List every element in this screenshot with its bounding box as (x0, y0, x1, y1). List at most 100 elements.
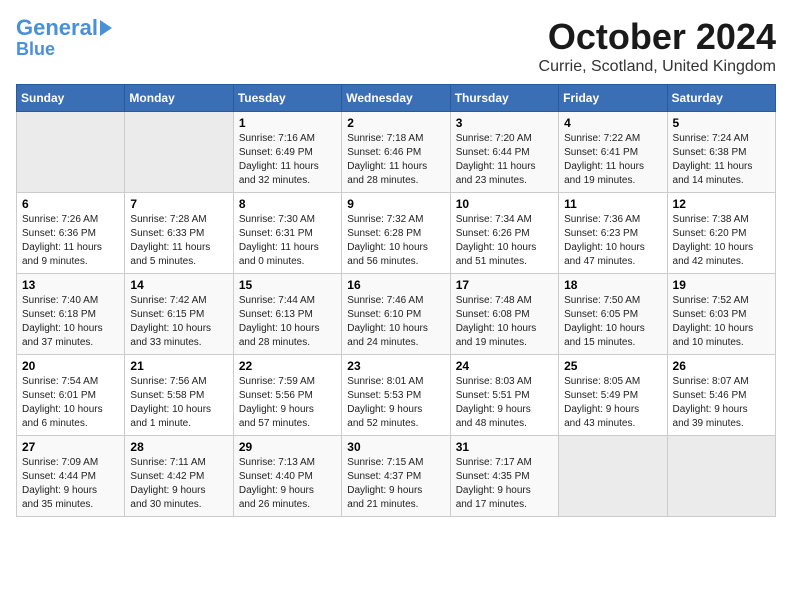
day-number: 14 (130, 278, 227, 292)
logo: General Blue (16, 16, 112, 60)
calendar-cell: 8 Sunrise: 7:30 AM Sunset: 6:31 PM Daylig… (233, 193, 341, 274)
calendar-cell (559, 436, 667, 517)
day-info: Sunrise: 7:42 AM Sunset: 6:15 PM Dayligh… (130, 294, 227, 350)
day-info: Sunrise: 8:07 AM Sunset: 5:46 PM Dayligh… (673, 375, 770, 431)
day-number: 3 (456, 116, 553, 130)
calendar-cell: 11Sunrise: 7:36 AM Sunset: 6:23 PM Dayli… (559, 193, 667, 274)
day-header-thursday: Thursday (450, 85, 558, 112)
calendar-cell: 30 Sunrise: 7:15 AM Sunset: 4:37 PM Dayli… (342, 436, 450, 517)
calendar-cell: 9 Sunrise: 7:32 AM Sunset: 6:28 PM Daylig… (342, 193, 450, 274)
day-number: 26 (673, 359, 770, 373)
day-number: 8 (239, 197, 336, 211)
day-number: 27 (22, 440, 119, 454)
day-info: Sunrise: 7:15 AM Sunset: 4:37 PM Dayligh… (347, 456, 444, 512)
calendar-cell: 16Sunrise: 7:46 AM Sunset: 6:10 PM Dayli… (342, 274, 450, 355)
week-row-3: 13 Sunrise: 7:40 AM Sunset: 6:18 PM Dayli… (17, 274, 776, 355)
day-info: Sunrise: 7:44 AM Sunset: 6:13 PM Dayligh… (239, 294, 336, 350)
month-title: October 2024 (539, 16, 776, 58)
day-info: Sunrise: 7:09 AM Sunset: 4:44 PM Dayligh… (22, 456, 119, 512)
day-number: 13 (22, 278, 119, 292)
week-row-4: 20 Sunrise: 7:54 AM Sunset: 6:01 PM Dayli… (17, 355, 776, 436)
calendar-cell: 27 Sunrise: 7:09 AM Sunset: 4:44 PM Dayli… (17, 436, 125, 517)
calendar-table: SundayMondayTuesdayWednesdayThursdayFrid… (16, 84, 776, 517)
day-info: Sunrise: 7:34 AM Sunset: 6:26 PM Dayligh… (456, 213, 553, 269)
day-info: Sunrise: 7:50 AM Sunset: 6:05 PM Dayligh… (564, 294, 661, 350)
week-row-5: 27 Sunrise: 7:09 AM Sunset: 4:44 PM Dayli… (17, 436, 776, 517)
day-info: Sunrise: 7:59 AM Sunset: 5:56 PM Dayligh… (239, 375, 336, 431)
day-info: Sunrise: 8:03 AM Sunset: 5:51 PM Dayligh… (456, 375, 553, 431)
day-number: 15 (239, 278, 336, 292)
day-info: Sunrise: 7:18 AM Sunset: 6:46 PM Dayligh… (347, 132, 444, 188)
day-info: Sunrise: 7:30 AM Sunset: 6:31 PM Dayligh… (239, 213, 336, 269)
day-number: 9 (347, 197, 444, 211)
logo-text: General (16, 16, 98, 40)
day-info: Sunrise: 7:22 AM Sunset: 6:41 PM Dayligh… (564, 132, 661, 188)
day-info: Sunrise: 7:56 AM Sunset: 5:58 PM Dayligh… (130, 375, 227, 431)
calendar-cell: 12Sunrise: 7:38 AM Sunset: 6:20 PM Dayli… (667, 193, 775, 274)
calendar-cell: 20 Sunrise: 7:54 AM Sunset: 6:01 PM Dayli… (17, 355, 125, 436)
calendar-cell (17, 112, 125, 193)
calendar-cell: 10 Sunrise: 7:34 AM Sunset: 6:26 PM Dayli… (450, 193, 558, 274)
calendar-cell: 26 Sunrise: 8:07 AM Sunset: 5:46 PM Dayli… (667, 355, 775, 436)
day-number: 5 (673, 116, 770, 130)
calendar-cell: 31 Sunrise: 7:17 AM Sunset: 4:35 PM Dayli… (450, 436, 558, 517)
calendar-cell: 29Sunrise: 7:13 AM Sunset: 4:40 PM Dayli… (233, 436, 341, 517)
day-header-friday: Friday (559, 85, 667, 112)
day-header-wednesday: Wednesday (342, 85, 450, 112)
day-info: Sunrise: 7:13 AM Sunset: 4:40 PM Dayligh… (239, 456, 336, 512)
day-info: Sunrise: 7:16 AM Sunset: 6:49 PM Dayligh… (239, 132, 336, 188)
day-number: 2 (347, 116, 444, 130)
day-info: Sunrise: 7:28 AM Sunset: 6:33 PM Dayligh… (130, 213, 227, 269)
day-number: 16 (347, 278, 444, 292)
day-number: 31 (456, 440, 553, 454)
day-info: Sunrise: 7:48 AM Sunset: 6:08 PM Dayligh… (456, 294, 553, 350)
day-number: 25 (564, 359, 661, 373)
day-number: 22 (239, 359, 336, 373)
day-info: Sunrise: 7:32 AM Sunset: 6:28 PM Dayligh… (347, 213, 444, 269)
calendar-cell: 6Sunrise: 7:26 AM Sunset: 6:36 PM Daylig… (17, 193, 125, 274)
calendar-cell: 24 Sunrise: 8:03 AM Sunset: 5:51 PM Dayli… (450, 355, 558, 436)
day-info: Sunrise: 7:11 AM Sunset: 4:42 PM Dayligh… (130, 456, 227, 512)
day-number: 21 (130, 359, 227, 373)
logo-arrow-icon (100, 20, 112, 36)
day-number: 17 (456, 278, 553, 292)
day-info: Sunrise: 7:40 AM Sunset: 6:18 PM Dayligh… (22, 294, 119, 350)
calendar-cell: 15 Sunrise: 7:44 AM Sunset: 6:13 PM Dayli… (233, 274, 341, 355)
day-header-monday: Monday (125, 85, 233, 112)
day-info: Sunrise: 7:54 AM Sunset: 6:01 PM Dayligh… (22, 375, 119, 431)
day-number: 24 (456, 359, 553, 373)
calendar-cell: 5Sunrise: 7:24 AM Sunset: 6:38 PM Daylig… (667, 112, 775, 193)
day-info: Sunrise: 7:17 AM Sunset: 4:35 PM Dayligh… (456, 456, 553, 512)
calendar-cell: 13 Sunrise: 7:40 AM Sunset: 6:18 PM Dayli… (17, 274, 125, 355)
day-info: Sunrise: 7:52 AM Sunset: 6:03 PM Dayligh… (673, 294, 770, 350)
calendar-cell: 19 Sunrise: 7:52 AM Sunset: 6:03 PM Dayli… (667, 274, 775, 355)
day-info: Sunrise: 7:36 AM Sunset: 6:23 PM Dayligh… (564, 213, 661, 269)
day-number: 28 (130, 440, 227, 454)
day-number: 1 (239, 116, 336, 130)
calendar-cell: 14 Sunrise: 7:42 AM Sunset: 6:15 PM Dayli… (125, 274, 233, 355)
calendar-cell: 2 Sunrise: 7:18 AM Sunset: 6:46 PM Daylig… (342, 112, 450, 193)
day-info: Sunrise: 8:01 AM Sunset: 5:53 PM Dayligh… (347, 375, 444, 431)
calendar-cell (667, 436, 775, 517)
calendar-cell: 3 Sunrise: 7:20 AM Sunset: 6:44 PM Daylig… (450, 112, 558, 193)
day-number: 19 (673, 278, 770, 292)
day-number: 18 (564, 278, 661, 292)
day-info: Sunrise: 7:26 AM Sunset: 6:36 PM Dayligh… (22, 213, 119, 269)
location-subtitle: Currie, Scotland, United Kingdom (539, 58, 776, 76)
calendar-cell: 7Sunrise: 7:28 AM Sunset: 6:33 PM Daylig… (125, 193, 233, 274)
header: General Blue October 2024 Currie, Scotla… (16, 16, 776, 76)
calendar-cell: 28 Sunrise: 7:11 AM Sunset: 4:42 PM Dayli… (125, 436, 233, 517)
title-area: October 2024 Currie, Scotland, United Ki… (539, 16, 776, 76)
calendar-cell: 17 Sunrise: 7:48 AM Sunset: 6:08 PM Dayli… (450, 274, 558, 355)
day-number: 4 (564, 116, 661, 130)
day-number: 20 (22, 359, 119, 373)
calendar-cell (125, 112, 233, 193)
day-number: 12 (673, 197, 770, 211)
calendar-cell: 23Sunrise: 8:01 AM Sunset: 5:53 PM Dayli… (342, 355, 450, 436)
day-info: Sunrise: 7:20 AM Sunset: 6:44 PM Dayligh… (456, 132, 553, 188)
header-row: SundayMondayTuesdayWednesdayThursdayFrid… (17, 85, 776, 112)
week-row-1: 1 Sunrise: 7:16 AM Sunset: 6:49 PM Daylig… (17, 112, 776, 193)
day-number: 30 (347, 440, 444, 454)
day-header-saturday: Saturday (667, 85, 775, 112)
day-number: 10 (456, 197, 553, 211)
